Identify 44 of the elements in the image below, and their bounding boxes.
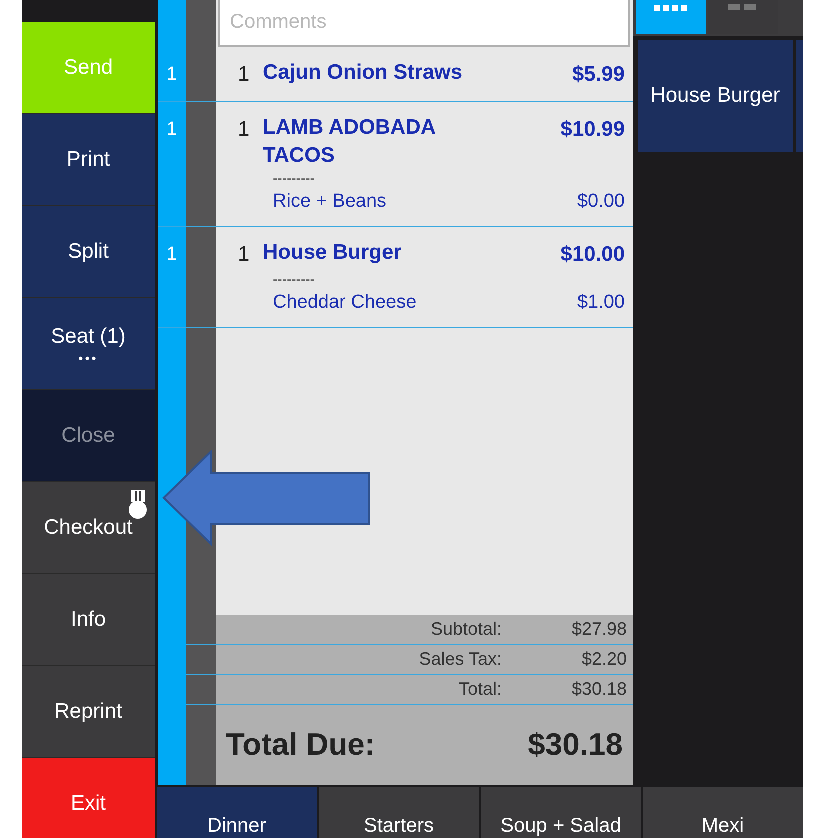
total-label: Total: (458, 678, 502, 701)
grid-icon (653, 4, 689, 12)
modifier-name: Cheddar Cheese (273, 290, 418, 314)
view-tab[interactable] (636, 0, 706, 34)
arrow-icon (162, 450, 372, 546)
total-value: $27.98 (570, 618, 627, 641)
modifier-price: $0.00 (577, 190, 625, 214)
separator-text: --------- (272, 172, 316, 184)
modifier-name: Rice + Beans (273, 190, 388, 214)
action-button[interactable]: Checkout (22, 482, 155, 574)
action-button[interactable]: Seat (1) ••• (22, 298, 155, 390)
item-quantity: 1 (238, 242, 251, 268)
total-value: $2.20 (580, 648, 627, 671)
action-button[interactable]: Reprint (22, 666, 155, 758)
separator-text: --------- (272, 272, 316, 284)
modifier-price: $1.00 (577, 290, 625, 314)
seat-number: 1 (166, 63, 178, 87)
menu-item-tile[interactable] (796, 40, 803, 152)
item-quantity: 1 (238, 62, 251, 88)
seat-number: 1 (166, 243, 178, 267)
total-label: Subtotal: (430, 618, 502, 641)
category-tab[interactable]: Dinner (157, 787, 317, 838)
category-tab[interactable]: Mexi (643, 787, 803, 838)
total-value: $30.18 (570, 678, 627, 701)
item-quantity: 1 (238, 116, 251, 142)
item-price: $5.99 (572, 62, 625, 88)
action-button[interactable]: Exit (22, 758, 155, 838)
item-name[interactable]: House Burger (263, 239, 513, 267)
menu-item-tile[interactable]: House Burger (638, 40, 793, 152)
action-button[interactable]: Print (22, 114, 155, 206)
list-icon (728, 4, 758, 10)
action-button[interactable]: Info (22, 574, 155, 666)
item-price: $10.00 (560, 242, 625, 268)
category-tab[interactable]: Starters (319, 787, 479, 838)
comments-field[interactable]: Comments (218, 0, 630, 47)
item-price: $10.99 (560, 116, 625, 142)
total-label: Sales Tax: (419, 648, 502, 671)
action-button[interactable]: Split (22, 206, 155, 298)
total-due-label: Total Due: (226, 726, 376, 764)
item-name[interactable]: Cajun Onion Straws (263, 59, 513, 87)
total-due-value: $30.18 (528, 726, 623, 764)
category-tab[interactable]: Soup + Salad (481, 787, 641, 838)
item-name[interactable]: LAMB ADOBADA TACOS (263, 114, 513, 170)
seat-number: 1 (166, 118, 178, 142)
